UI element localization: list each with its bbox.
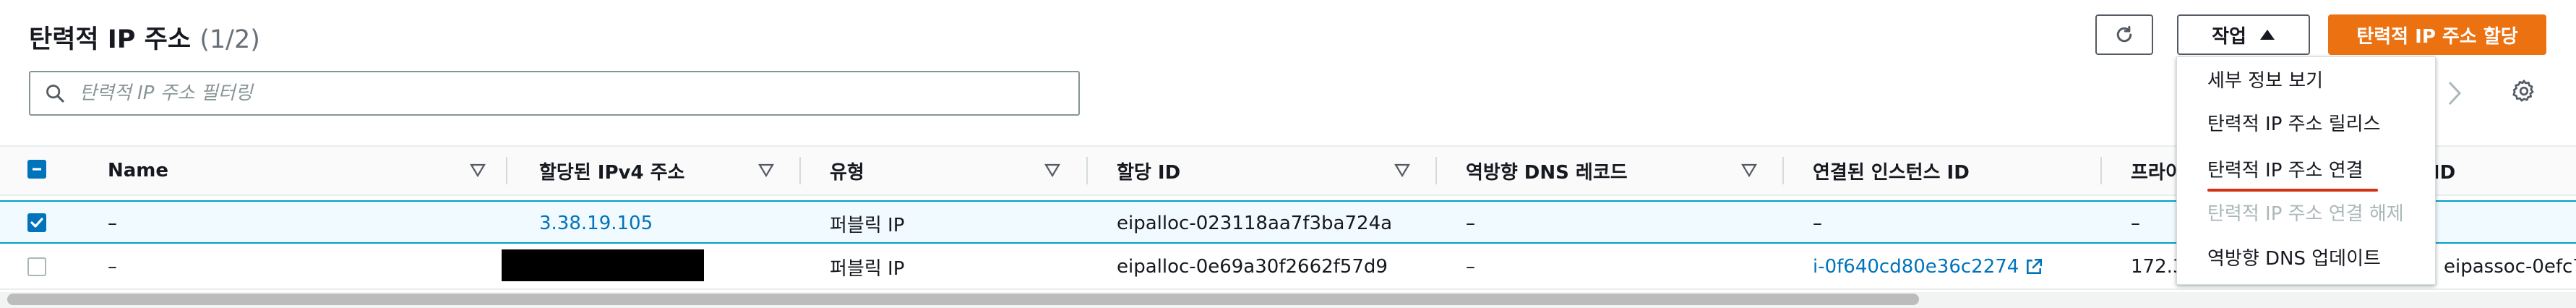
column-header-reverse-dns[interactable]: 역방향 DNS 레코드	[1466, 147, 1628, 194]
indeterminate-icon	[33, 168, 41, 171]
cell-ipv4-link[interactable]: 3.38.19.105	[539, 202, 653, 245]
search-icon	[46, 85, 64, 103]
gear-icon	[2512, 80, 2534, 102]
sort-icon[interactable]	[1044, 163, 1060, 181]
sort-icon[interactable]	[470, 163, 486, 181]
page-title: 탄력적 IP 주소 (1/2)	[29, 19, 260, 56]
cell-private-ip: –	[2131, 213, 2140, 234]
cell-name: –	[108, 213, 117, 234]
chevron-right-icon	[2448, 81, 2462, 106]
column-divider[interactable]	[1435, 157, 1437, 184]
cell-name: –	[108, 256, 117, 278]
column-divider[interactable]	[1782, 157, 1784, 184]
external-link-icon	[2027, 258, 2043, 274]
refresh-icon	[2116, 25, 2132, 43]
menu-item-release-eip[interactable]: 탄력적 IP 주소 릴리스	[2207, 109, 2381, 136]
row-checkbox[interactable]	[27, 257, 46, 276]
column-divider[interactable]	[506, 157, 507, 184]
allocate-eip-button-label: 탄력적 IP 주소 할당	[2356, 25, 2518, 48]
actions-dropdown-menu: 세부 정보 보기 탄력적 IP 주소 릴리스 탄력적 IP 주소 연결 탄력적 …	[2176, 56, 2436, 285]
cell-association-id: eipassoc-0efc74	[2444, 256, 2576, 278]
preferences-button[interactable]	[2511, 78, 2537, 107]
filter-input[interactable]	[78, 82, 1021, 105]
select-all-checkbox[interactable]	[27, 160, 46, 179]
scrollbar-thumb[interactable]	[7, 294, 1919, 305]
row-checkbox[interactable]	[27, 213, 46, 232]
column-header-name[interactable]: Name	[108, 147, 168, 194]
cell-allocation-id: eipalloc-023118aa7f3ba724a	[1117, 213, 1393, 234]
cell-reverse-dns: –	[1466, 213, 1475, 234]
selection-count: (1/2)	[199, 25, 260, 54]
instance-id-text: i-0f640cd80e36c2274	[1813, 256, 2019, 278]
cell-instance-id-link[interactable]: i-0f640cd80e36c2274	[1813, 245, 2043, 288]
menu-item-view-details[interactable]: 세부 정보 보기	[2207, 66, 2323, 93]
column-divider[interactable]	[2100, 157, 2102, 184]
actions-button-label: 작업	[2212, 25, 2246, 48]
next-page-button[interactable]	[2445, 80, 2464, 110]
column-divider[interactable]	[1086, 157, 1088, 184]
filter-box	[29, 71, 1080, 116]
cell-instance-id: –	[1813, 213, 1822, 234]
checkmark-icon	[30, 218, 43, 228]
column-header-ipv4[interactable]: 할당된 IPv4 주소	[539, 147, 684, 194]
column-divider[interactable]	[799, 157, 801, 184]
sort-icon[interactable]	[1394, 163, 1410, 181]
cell-type: 퍼블릭 IP	[830, 214, 905, 236]
menu-item-associate-eip[interactable]: 탄력적 IP 주소 연결	[2207, 155, 2364, 182]
allocate-eip-button[interactable]: 탄력적 IP 주소 할당	[2328, 14, 2546, 55]
cell-reverse-dns: –	[1466, 256, 1475, 278]
actions-button[interactable]: 작업	[2177, 14, 2310, 55]
highlight-underline	[2207, 189, 2378, 192]
redacted-ipv4	[502, 249, 704, 281]
column-header-instance-id[interactable]: 연결된 인스턴스 ID	[1813, 147, 1970, 194]
sort-icon[interactable]	[758, 163, 774, 181]
refresh-button[interactable]	[2095, 14, 2153, 55]
menu-item-update-reverse-dns[interactable]: 역방향 DNS 업데이트	[2207, 244, 2381, 270]
menu-item-disassociate-eip: 탄력적 IP 주소 연결 해제	[2207, 203, 2404, 225]
cell-type: 퍼블릭 IP	[830, 257, 905, 280]
column-header-type[interactable]: 유형	[830, 147, 864, 194]
cell-allocation-id: eipalloc-0e69a30f2662f57d9	[1117, 256, 1388, 278]
caret-up-icon	[2259, 30, 2275, 40]
sort-icon[interactable]	[1741, 163, 1757, 181]
page-title-text: 탄력적 IP 주소	[29, 25, 192, 54]
column-header-allocation-id[interactable]: 할당 ID	[1117, 147, 1180, 194]
